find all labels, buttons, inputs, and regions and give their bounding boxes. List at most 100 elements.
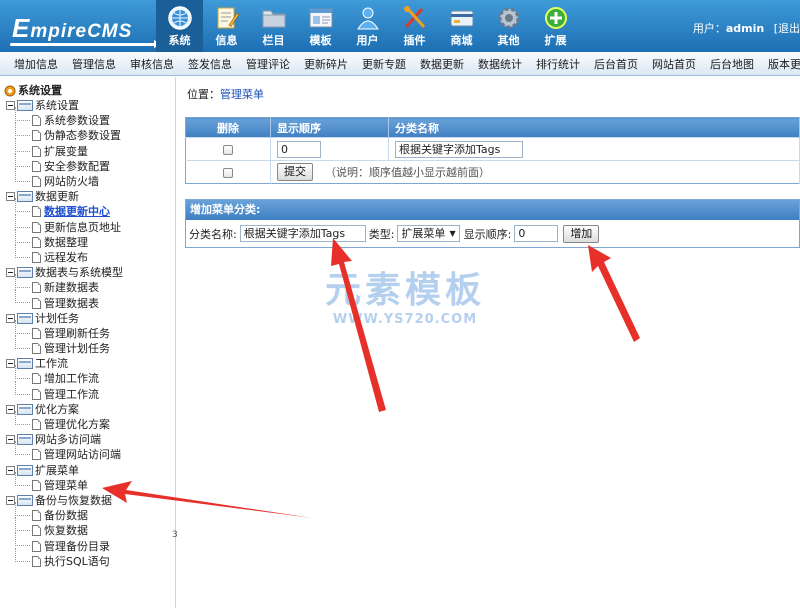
delete-checkbox[interactable] bbox=[223, 144, 233, 155]
tree-item[interactable]: 管理优化方案 bbox=[4, 410, 175, 432]
top-header: EmpireCMS 系统 信息 栏目 模板 用户 插件 商城 其他 扩展 用户：… bbox=[0, 0, 800, 52]
page-icon bbox=[32, 145, 41, 157]
toolbar-ranking-stats[interactable]: 排行统计 bbox=[536, 56, 580, 72]
nav-user[interactable]: 用户 bbox=[344, 0, 391, 52]
page-icon bbox=[32, 130, 41, 142]
collapse-icon[interactable] bbox=[6, 465, 15, 475]
nav-column[interactable]: 栏目 bbox=[250, 0, 297, 52]
toolbar-manage-info[interactable]: 管理信息 bbox=[72, 56, 116, 72]
user-info: 用户：admin [退出 bbox=[692, 22, 800, 35]
page-icon bbox=[32, 555, 41, 567]
gear-icon bbox=[498, 7, 519, 29]
page-icon bbox=[32, 160, 41, 172]
table-row: 0 根据关键字添加Tags bbox=[185, 137, 800, 161]
page-icon bbox=[32, 236, 41, 248]
page-icon bbox=[32, 115, 41, 127]
collapse-icon[interactable] bbox=[6, 495, 15, 505]
nav-plugin[interactable]: 插件 bbox=[391, 0, 438, 52]
toolbar-review-info[interactable]: 审核信息 bbox=[130, 56, 174, 72]
breadcrumb: 位置：管理菜单 bbox=[187, 88, 264, 101]
tree-item[interactable]: 管理数据表 bbox=[4, 289, 175, 310]
toolbar-update-topics[interactable]: 更新专题 bbox=[362, 56, 406, 72]
new-class-name-input[interactable]: 根据关键字添加Tags bbox=[239, 225, 366, 242]
menu-class-table: 删除 显示顺序 分类名称 0 根据关键字添加Tags 提交 （说明：顺序值越小显示… bbox=[185, 117, 800, 184]
select-all-checkbox[interactable] bbox=[223, 167, 233, 178]
quick-toolbar: 增加信息 管理信息 审核信息 签发信息 管理评论 更新碎片 更新专题 数据更新 … bbox=[0, 52, 800, 76]
nav-other[interactable]: 其他 bbox=[485, 0, 532, 52]
empirecms-logo: EmpireCMS bbox=[6, 6, 162, 48]
tree-item[interactable]: 远程发布 bbox=[4, 243, 175, 265]
add-button[interactable]: 增加 bbox=[563, 224, 600, 243]
tree-item-manage-menu[interactable]: 管理菜单 bbox=[4, 471, 175, 493]
name-label: 分类名称: bbox=[189, 227, 237, 241]
page-icon bbox=[32, 540, 41, 552]
collapse-icon[interactable] bbox=[6, 192, 15, 202]
tree-item[interactable]: 管理网站访问端 bbox=[4, 441, 175, 462]
toolbar-admin-home[interactable]: 后台首页 bbox=[594, 56, 638, 72]
table-row-actions: 提交 （说明：顺序值越小显示越前面） bbox=[185, 160, 800, 184]
page-icon bbox=[32, 297, 41, 309]
tree-item[interactable]: 网站防火墙 bbox=[4, 167, 175, 189]
plus-icon bbox=[544, 7, 567, 29]
tools-icon bbox=[403, 6, 425, 28]
collapse-icon[interactable] bbox=[6, 313, 15, 323]
tree-item[interactable]: 管理计划任务 bbox=[4, 335, 175, 356]
collapse-icon[interactable] bbox=[6, 435, 15, 445]
tree-item[interactable]: 管理工作流 bbox=[4, 380, 175, 402]
user-icon bbox=[356, 7, 379, 30]
collapse-icon[interactable] bbox=[6, 404, 15, 414]
col-name: 分类名称 bbox=[388, 117, 800, 138]
order-hint: （说明：顺序值越小显示越前面） bbox=[325, 166, 490, 179]
type-select[interactable]: 扩展菜单 ▼ bbox=[397, 225, 460, 242]
page-icon bbox=[32, 510, 41, 522]
sidebar-tree: 系统设置 系统设置 系统参数设置 伪静态参数设置 扩展变量 安全参数配置 网站防… bbox=[0, 77, 178, 608]
folder-icon bbox=[262, 10, 285, 28]
collapse-icon[interactable] bbox=[6, 268, 15, 278]
page-icon bbox=[32, 251, 41, 263]
col-order: 显示顺序 bbox=[270, 117, 389, 138]
breadcrumb-link[interactable]: 管理菜单 bbox=[220, 88, 264, 101]
type-label: 类型: bbox=[368, 227, 395, 241]
page-icon bbox=[32, 388, 41, 400]
toolbar-add-info[interactable]: 增加信息 bbox=[14, 56, 58, 72]
page-icon bbox=[32, 373, 41, 385]
toolbar-admin-map[interactable]: 后台地图 bbox=[710, 56, 754, 72]
globe-icon bbox=[167, 6, 192, 30]
edit-icon bbox=[217, 7, 239, 29]
table-header: 删除 显示顺序 分类名称 bbox=[185, 117, 800, 138]
submit-button[interactable]: 提交 bbox=[277, 163, 313, 181]
toolbar-data-update[interactable]: 数据更新 bbox=[420, 56, 464, 72]
page-icon bbox=[32, 343, 41, 355]
toolbar-site-home[interactable]: 网站首页 bbox=[652, 56, 696, 72]
new-order-input[interactable]: 0 bbox=[514, 225, 559, 242]
toolbar-sign-info[interactable]: 签发信息 bbox=[188, 56, 232, 72]
page-icon bbox=[32, 449, 41, 461]
add-form-title: 增加菜单分类: bbox=[186, 200, 799, 220]
toolbar-version-update[interactable]: 版本更新 bbox=[768, 56, 800, 72]
nav-extend[interactable]: 扩展 bbox=[532, 0, 579, 52]
chevron-down-icon: ▼ bbox=[449, 229, 456, 238]
card-icon bbox=[450, 10, 473, 27]
nav-info[interactable]: 信息 bbox=[203, 0, 250, 52]
class-name-input[interactable]: 根据关键字添加Tags bbox=[395, 140, 523, 158]
page-icon bbox=[32, 282, 41, 294]
toolbar-manage-comments[interactable]: 管理评论 bbox=[246, 56, 290, 72]
page-icon bbox=[32, 176, 41, 188]
page-icon bbox=[32, 221, 41, 233]
tree-item[interactable]: 执行SQL语句 bbox=[4, 547, 175, 569]
page-icon bbox=[32, 479, 41, 491]
nav-system[interactable]: 系统 bbox=[156, 0, 203, 52]
order-label: 显示顺序: bbox=[463, 227, 512, 241]
add-menu-class-form: 增加菜单分类: 分类名称: 根据关键字添加Tags 类型: 扩展菜单 ▼ 显示顺序… bbox=[185, 199, 800, 248]
toolbar-update-fragments[interactable]: 更新碎片 bbox=[304, 56, 348, 72]
page-icon bbox=[32, 327, 41, 339]
logout-link[interactable]: [退出 bbox=[774, 22, 800, 35]
collapse-icon[interactable] bbox=[6, 359, 15, 369]
nav-shop[interactable]: 商城 bbox=[438, 0, 485, 52]
settings-root-icon bbox=[4, 85, 16, 96]
toolbar-data-stats[interactable]: 数据统计 bbox=[478, 56, 522, 72]
order-input[interactable]: 0 bbox=[277, 140, 321, 158]
collapse-icon[interactable] bbox=[6, 101, 15, 111]
nav-template[interactable]: 模板 bbox=[297, 0, 344, 52]
page-icon bbox=[32, 206, 41, 218]
